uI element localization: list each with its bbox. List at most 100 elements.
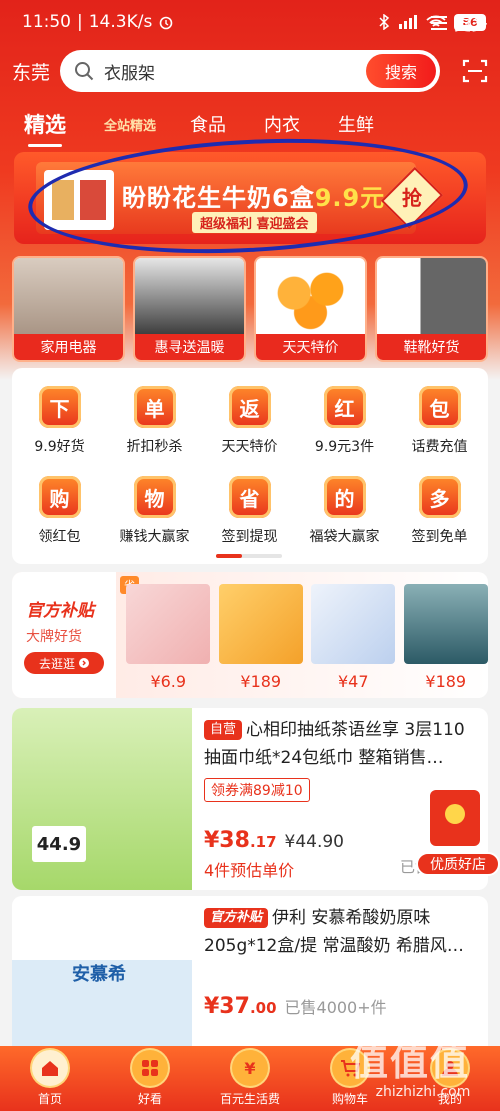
search-input[interactable]: 衣服架 [104,59,366,84]
subsidy-item-image [126,584,211,664]
subsidy-item[interactable]: ¥189 [403,584,489,694]
grid-icon: 多 [418,476,461,518]
grid-label: 9.9好货 [34,439,85,455]
sold-count: 已售4000+件 [284,998,387,1017]
grid-item-daily-deals[interactable]: 返 天天特价 [202,386,297,456]
bluetooth-icon [379,14,390,30]
nav-home[interactable]: 首页 [0,1046,100,1111]
money-icon: ¥ [232,1050,268,1086]
grid-item-flash-sale[interactable]: 单 折扣秒杀 [107,386,202,456]
grid-label: 天天特价 [221,439,278,455]
grid-label: 签到提现 [221,529,278,545]
search-button[interactable]: 搜索 [366,54,436,88]
grid-icon: 购 [38,476,81,518]
grid-label: 话费充值 [411,439,468,455]
grid-icon: 红 [323,386,366,428]
card-image [256,258,365,336]
quality-store-float[interactable]: 优质好店 [416,790,500,882]
status-divider: | [77,12,83,32]
product-card-yogurt[interactable]: 安慕希 官方补贴 伊利 安慕希酸奶原味205g*12盒/提 常温酸奶 希腊风… ¥… [12,896,488,1056]
subsidy-item-price: ¥189 [425,672,467,691]
grid-label: 赚钱大赢家 [119,529,190,545]
grid-item-earn-winner[interactable]: 物 赚钱大赢家 [107,476,202,546]
price-row: ¥37.00 已售4000+件 [204,994,476,1019]
tab-site-featured[interactable]: 全站精选 [104,115,156,134]
go-shopping-button[interactable]: 去逛逛 [24,652,104,674]
grid-icon: 单 [133,386,176,428]
grid-label: 9.9元3件 [314,439,375,455]
grid-scroll-indicator [216,554,282,558]
grid-item-checkin-withdraw[interactable]: 省 签到提现 [202,476,297,546]
more-tabs-button[interactable]: 更多 [430,10,488,35]
red-envelope-icon [430,790,480,846]
subsidy-item[interactable]: ¥47 [311,584,396,694]
grid-icon: 的 [323,476,366,518]
card-appliances[interactable]: 家用电器 [12,256,125,362]
subsidy-item-image [311,584,396,664]
status-time: 11:50 [22,12,71,32]
nav-living-allowance[interactable]: ¥ 百元生活费 [200,1046,300,1111]
quality-store-label: 优质好店 [416,852,500,876]
search-row: 东莞 衣服架 搜索 [0,48,500,94]
grid-item-red-packet[interactable]: 购 领红包 [12,476,107,546]
coupon-tag[interactable]: 领券满89减10 [204,778,310,802]
site-watermark: 值值值 zhizhizhi.com [350,1040,496,1106]
search-box[interactable]: 衣服架 搜索 [60,50,440,92]
card-daily-deals[interactable]: 天天特价 [254,256,367,362]
card-label: 惠寻送温暖 [135,334,244,360]
official-subsidy-section[interactable]: 官方补贴 大牌好货 去逛逛 省 ¥6.9 ¥189 ¥47 ¥189 [12,572,488,698]
card-shoes[interactable]: 鞋靴好货 [375,256,488,362]
subsidy-item-image [218,584,303,664]
subsidy-item-image [403,584,488,664]
grid-item-99-3pcs[interactable]: 红 9.9元3件 [297,386,392,456]
category-tabs: 精选 全站精选 食品 内衣 生鲜 [0,104,500,147]
tab-underwear[interactable]: 内衣 [264,111,300,137]
self-operated-tag: 自营 [204,720,243,740]
grid-item-checkin-free[interactable]: 多 签到免单 [392,476,487,546]
category-cards: 家用电器 惠寻送温暖 天天特价 鞋靴好货 [12,256,488,362]
subsidy-item-price: ¥189 [240,672,282,691]
product-title: 自营 心相印抽纸茶语丝享 3层110抽面巾纸*24包纸巾 整箱销售… [204,716,476,772]
grid-icon: 物 [133,476,176,518]
search-icon [75,62,94,81]
grid-label: 签到免单 [411,529,468,545]
nav-label: 百元生活费 [219,1092,280,1106]
card-label: 家用电器 [14,334,123,360]
watermark-url: zhizhizhi.com [375,1084,471,1100]
menu-icon [431,15,447,30]
grid-icon: 省 [228,476,271,518]
subsidy-item-price: ¥6.9 [150,672,187,691]
subsidy-item[interactable]: ¥189 [218,584,304,694]
grid-icon: 下 [38,386,81,428]
city-selector[interactable]: 东莞 [12,58,60,85]
grid-item-99-goods[interactable]: 下 9.9好货 [12,386,107,456]
grid-icon [132,1050,168,1086]
tab-featured[interactable]: 精选 [24,109,66,147]
subsidy-items: ¥6.9 ¥189 ¥47 ¥189 [126,584,488,694]
product-price: ¥37.00 [204,994,277,1019]
tab-food[interactable]: 食品 [190,111,226,137]
grid-item-phone-topup[interactable]: 包 话费充值 [392,386,487,456]
alarm-icon [160,16,173,30]
original-price: ¥44.90 [284,832,344,852]
watermark-logo-text: 值值值 [350,1040,471,1084]
card-image [14,258,123,336]
more-label: 更多 [454,15,488,35]
grid-label: 领红包 [38,529,81,545]
status-speed: 14.3K/s [88,12,153,32]
product-image: 44.9 [12,708,192,890]
product-image-price-tag: 44.9 [32,826,86,862]
home-icon [32,1050,68,1086]
nav-looks[interactable]: 好看 [100,1046,200,1111]
card-warmth[interactable]: 惠寻送温暖 [133,256,246,362]
grid-scroll-thumb [216,554,242,558]
scan-icon[interactable] [462,58,488,84]
subsidy-item[interactable]: ¥6.9 [126,584,211,694]
official-subsidy-tag: 官方补贴 [204,908,269,928]
product-price: ¥38.17 [204,828,277,853]
tab-fresh[interactable]: 生鲜 [338,111,374,137]
product-info: 官方补贴 伊利 安慕希酸奶原味205g*12盒/提 常温酸奶 希腊风… ¥37.0… [204,904,476,1019]
grid-item-lucky-bag[interactable]: 的 福袋大赢家 [297,476,392,546]
card-image [135,258,244,336]
nav-label: 首页 [37,1092,62,1106]
